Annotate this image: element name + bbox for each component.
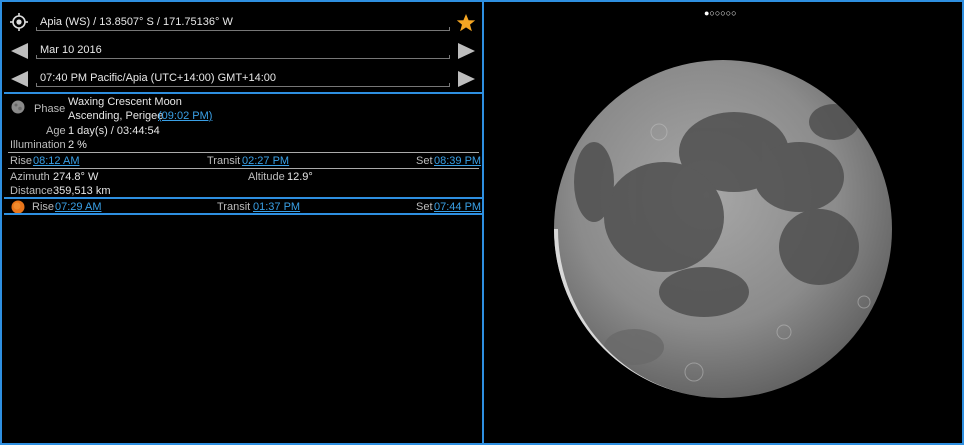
time-field[interactable]: 07:40 PM Pacific/Apia (UTC+14:00) GMT+14… xyxy=(36,70,450,87)
perigee-time-link[interactable]: (09:02 PM) xyxy=(158,110,212,123)
altitude-value: 12.9° xyxy=(287,171,313,183)
phase-value: Waxing Crescent Moon xyxy=(68,96,182,108)
prev-date-arrow-icon[interactable] xyxy=(11,43,28,59)
moon-divider-top xyxy=(8,152,479,153)
moon-image xyxy=(554,60,892,399)
age-label: Age xyxy=(46,125,66,137)
moon-transit-time-link[interactable]: 02:27 PM xyxy=(242,155,289,168)
favorite-star-icon[interactable] xyxy=(456,13,476,33)
moonset-time-link[interactable]: 08:39 PM xyxy=(434,155,481,168)
moonrise-time-link[interactable]: 08:12 AM xyxy=(33,155,79,168)
moonset-label: Set xyxy=(416,155,433,167)
age-value: 1 day(s) / 03:44:54 xyxy=(68,125,160,137)
moon-transit-label: Transit xyxy=(207,155,241,167)
moonrise-label: Rise xyxy=(10,155,33,167)
location-field[interactable]: Apia (WS) / 13.8507° S / 171.75136° W xyxy=(36,14,450,31)
section-divider xyxy=(4,92,482,94)
azimuth-label: Azimuth xyxy=(10,171,50,183)
gps-icon[interactable] xyxy=(10,13,28,31)
moon-view-panel[interactable]: ●○○○○○ xyxy=(482,0,964,445)
moon-icon xyxy=(11,100,25,114)
moon-divider-bottom xyxy=(8,168,479,169)
prev-time-arrow-icon[interactable] xyxy=(11,71,28,87)
altitude-label: Altitude xyxy=(248,171,285,183)
next-time-arrow-icon[interactable] xyxy=(458,71,475,87)
left-panel: Apia (WS) / 13.8507° S / 171.75136° W Ma… xyxy=(0,0,484,445)
illumination-value: 2 % xyxy=(68,139,87,151)
phase-detail: Ascending, Perigee xyxy=(68,110,164,122)
phase-label: Phase xyxy=(34,103,66,115)
sun-icon xyxy=(11,200,25,214)
sun-divider-top xyxy=(4,197,482,199)
sun-divider-bottom xyxy=(4,213,482,215)
date-field[interactable]: Mar 10 2016 xyxy=(36,42,450,59)
next-date-arrow-icon[interactable] xyxy=(458,43,475,59)
illumination-label: Illumination xyxy=(10,139,66,151)
azimuth-value: 274.8° W xyxy=(53,171,99,183)
